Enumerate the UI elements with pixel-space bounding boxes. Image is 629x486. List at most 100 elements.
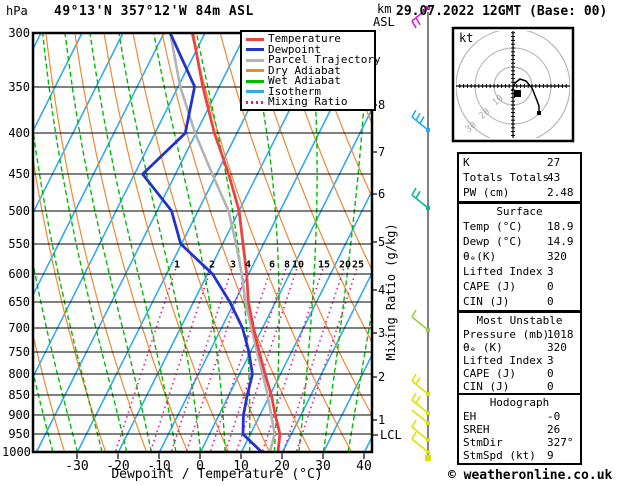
stat-row: CIN (J) 0 (459, 380, 580, 393)
altitude-tick-label: 7 (378, 145, 385, 159)
stat-label: Totals Totals (463, 171, 549, 184)
stat-value: 320 (547, 341, 567, 354)
temperature-tick-label: 40 (356, 459, 372, 474)
legend-swatch (246, 59, 264, 62)
stat-label: CAPE (J) (463, 280, 516, 293)
altitude-tick-label: 1 (378, 413, 385, 427)
stat-value: -0 (547, 410, 560, 423)
stat-label: Lifted Index (463, 265, 542, 278)
station-title: 49°13'N 357°12'W 84m ASL (54, 4, 254, 19)
legend-swatch (246, 69, 264, 72)
mixing-ratio-value: 2 (209, 260, 215, 271)
stat-value: 327° (547, 436, 574, 449)
pressure-tick-label: 500 (2, 204, 30, 218)
mixing-ratio-value: 1 (174, 260, 180, 271)
stat-value: 1018 (547, 328, 574, 341)
pressure-tick-label: 850 (2, 388, 30, 402)
stat-value: 14.9 (547, 234, 574, 249)
stat-label: StmDir (463, 436, 503, 449)
stat-row: Lifted Index 3 (459, 264, 580, 279)
stat-row: StmSpd (kt) 9 (459, 449, 580, 462)
stat-row: CAPE (J) 0 (459, 279, 580, 294)
stat-row: K 27 (459, 155, 580, 170)
stat-row: SREH 26 (459, 423, 580, 436)
altitude-axis-unit: km (377, 2, 391, 16)
stat-label: θₑ(K) (463, 250, 496, 263)
stat-row: Totals Totals 43 (459, 170, 580, 185)
stat-row: EH -0 (459, 410, 580, 423)
pressure-tick-label: 950 (2, 427, 30, 441)
mixing-ratio-value: 3 (230, 260, 236, 271)
mixing-ratio-value: 10 (292, 260, 304, 271)
lcl-marker-label: LCL (380, 428, 402, 442)
stats-box-indices: K 27 Totals Totals 43 PW (cm) 2.48 (457, 152, 582, 203)
stat-label: EH (463, 410, 476, 423)
altitude-tick-label: 2 (378, 370, 385, 384)
stat-row: CIN (J) 0 (459, 294, 580, 309)
stat-label: Dewp (°C) (463, 235, 523, 248)
mixing-ratio-value: 15 (318, 260, 330, 271)
stats-box-title: Most Unstable (459, 314, 580, 328)
stat-value: 18.9 (547, 219, 574, 234)
altitude-axis-unit-2: ASL (373, 15, 395, 29)
altitude-tick-label: 8 (378, 98, 385, 112)
stat-value: 27 (547, 155, 560, 170)
x-axis-title: Dewpoint / Temperature (°C) (102, 467, 332, 482)
stats-box-title: Hodograph (459, 396, 580, 410)
stat-value: 3 (547, 264, 554, 279)
pressure-tick-label: 300 (2, 26, 30, 40)
legend-swatch (246, 48, 264, 51)
stat-value: 0 (547, 294, 554, 309)
altitude-tick-label: 6 (378, 187, 385, 201)
hodograph-unit-label: kt (459, 31, 473, 45)
pressure-tick-label: 750 (2, 345, 30, 359)
pressure-axis-unit: hPa (6, 4, 28, 18)
stat-label: CIN (J) (463, 380, 509, 393)
stat-row: θₑ(K) 320 (459, 249, 580, 264)
stat-row: Temp (°C) 18.9 (459, 219, 580, 234)
legend-swatch (246, 38, 264, 41)
stat-row: Pressure (mb) 1018 (459, 328, 580, 341)
stats-box-most-unstable: Most Unstable Pressure (mb) 1018 θₑ (K) … (457, 311, 582, 396)
legend-swatch (246, 101, 264, 104)
stat-label: PW (cm) (463, 186, 509, 199)
legend-swatch (246, 90, 264, 93)
legend-item: Mixing Ratio (244, 97, 374, 108)
stats-box-surface: Surface Temp (°C) 18.9 Dewp (°C) 14.9 θₑ… (457, 202, 582, 312)
pressure-tick-label: 650 (2, 295, 30, 309)
legend-label: Mixing Ratio (268, 97, 347, 107)
stats-box-title: Surface (459, 205, 580, 219)
mixing-ratio-value: 25 (352, 260, 364, 271)
stat-value: 0 (547, 279, 554, 294)
pressure-tick-label: 900 (2, 408, 30, 422)
stat-value: 3 (547, 354, 554, 367)
stat-label: StmSpd (kt) (463, 449, 536, 462)
stat-value: 26 (547, 423, 560, 436)
stats-box-hodograph: Hodograph EH -0 SREH 26 StmDir 327° StmS… (457, 393, 582, 465)
stat-value: 0 (547, 380, 554, 393)
run-date: 29.07.2022 12GMT (Base: 00) (396, 4, 607, 19)
copyright: © weatheronline.co.uk (448, 468, 612, 483)
stat-value: 9 (547, 449, 554, 462)
skewt-sounding-page: 102030 hPa 49°13'N 357°12'W 84m ASL km A… (0, 0, 629, 486)
pressure-tick-label: 1000 (2, 445, 30, 459)
stat-value: 320 (547, 249, 567, 264)
stat-row: CAPE (J) 0 (459, 367, 580, 380)
stat-row: θₑ (K) 320 (459, 341, 580, 354)
stat-value: 2.48 (547, 185, 574, 200)
pressure-tick-label: 450 (2, 167, 30, 181)
mixing-ratio-value: 8 (284, 260, 290, 271)
stat-label: SREH (463, 423, 490, 436)
mixing-ratio-value: 4 (245, 260, 251, 271)
stat-row: StmDir 327° (459, 436, 580, 449)
pressure-tick-label: 700 (2, 321, 30, 335)
pressure-tick-label: 800 (2, 367, 30, 381)
stat-row: PW (cm) 2.48 (459, 185, 580, 200)
mixing-ratio-value: 6 (269, 260, 275, 271)
pressure-tick-label: 350 (2, 80, 30, 94)
mixing-ratio-axis-title: Mixing Ratio (g/kg) (384, 223, 398, 360)
temperature-tick-label: -30 (65, 459, 88, 474)
stat-label: Pressure (mb) (463, 328, 549, 341)
pressure-tick-label: 550 (2, 237, 30, 251)
stat-label: θₑ (K) (463, 341, 503, 354)
